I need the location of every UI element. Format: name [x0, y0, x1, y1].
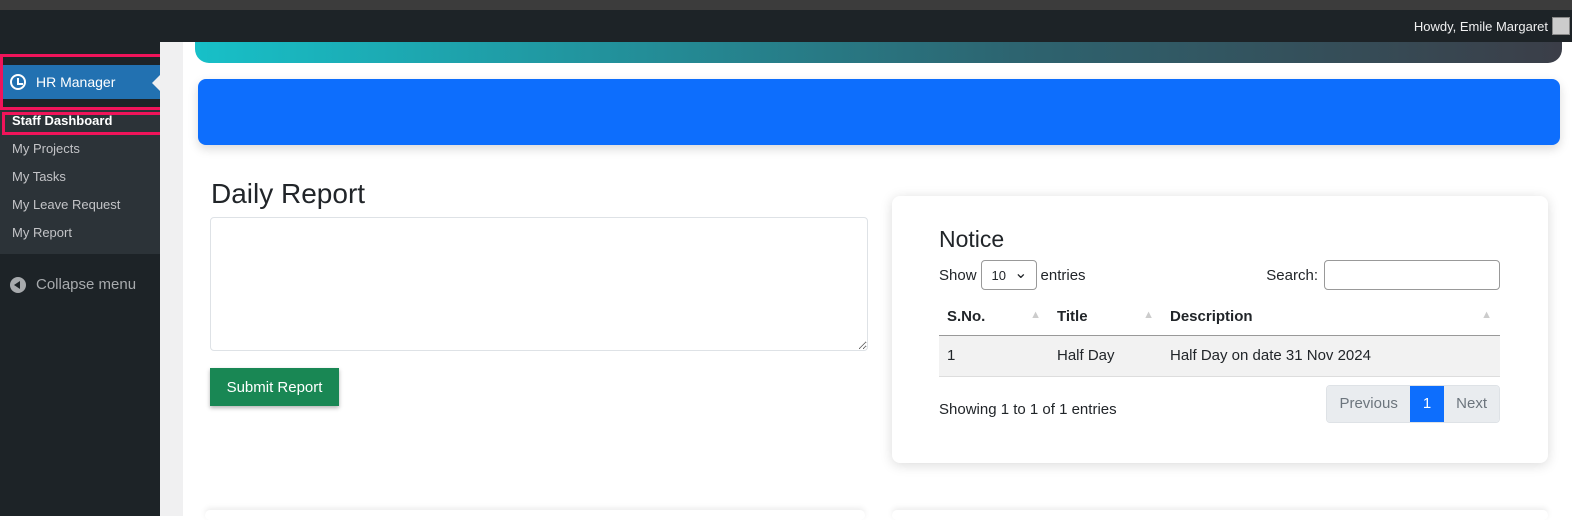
column-header-description[interactable]: Description ▲	[1162, 299, 1500, 336]
show-label: Show	[939, 266, 977, 284]
table-row: 1 Half Day Half Day on date 31 Nov 2024	[939, 335, 1500, 377]
column-header-title[interactable]: Title ▲	[1049, 299, 1162, 336]
pagination: Previous 1 Next	[1326, 385, 1500, 423]
highlight-box	[2, 112, 167, 135]
entries-label: entries	[1040, 266, 1086, 284]
user-greeting[interactable]: Howdy, Emile Margaret	[1414, 19, 1548, 34]
collapse-menu-button[interactable]: Collapse menu	[10, 276, 136, 293]
card-edge	[892, 510, 1548, 520]
daily-report-title: Daily Report	[211, 178, 366, 209]
entries-control: Show 10 entries	[939, 260, 1086, 290]
page-1-button[interactable]: 1	[1409, 386, 1445, 422]
table-info: Showing 1 to 1 of 1 entries	[939, 401, 1117, 418]
blue-banner	[198, 79, 1560, 145]
notice-title: Notice	[939, 226, 1005, 252]
content-gutter	[160, 42, 183, 516]
card-edge	[205, 510, 865, 520]
submit-report-button[interactable]: Submit Report	[210, 368, 339, 406]
sidebar-item-my-report[interactable]: My Report	[0, 225, 160, 253]
notice-table: S.No. ▲ Title ▲ Description ▲ 1 Half Day Ha…	[939, 299, 1500, 377]
cell-description: Half Day on date 31 Nov 2024	[1162, 335, 1500, 377]
search-label: Search:	[1266, 266, 1318, 284]
sidebar-item-my-projects[interactable]: My Projects	[0, 141, 160, 169]
daily-report-input[interactable]	[210, 217, 868, 351]
sort-icon: ▲	[1143, 309, 1154, 321]
sidebar-item-my-leave-request[interactable]: My Leave Request	[0, 197, 160, 225]
gradient-banner	[195, 42, 1562, 63]
admin-bar: Howdy, Emile Margaret	[0, 10, 1572, 42]
cell-sno: 1	[939, 335, 1049, 377]
notice-card: Notice Show 10 entries Search: S.No.▲ Ti…	[892, 196, 1548, 463]
column-header-sno[interactable]: S.No. ▲	[939, 299, 1049, 336]
collapse-icon	[10, 276, 26, 293]
browser-strip	[0, 0, 1572, 10]
next-button[interactable]: Next	[1444, 386, 1499, 422]
cell-title: Half Day	[1049, 335, 1162, 377]
sort-icon: ▲	[1481, 309, 1492, 321]
sidebar-item-my-tasks[interactable]: My Tasks	[0, 169, 160, 197]
highlight-box	[0, 54, 172, 110]
previous-button[interactable]: Previous	[1327, 386, 1410, 422]
sort-icon: ▲	[1030, 309, 1041, 321]
entries-select[interactable]: 10	[980, 260, 1037, 290]
search-control: Search:	[1266, 260, 1500, 290]
collapse-label: Collapse menu	[36, 276, 137, 293]
avatar[interactable]	[1552, 17, 1570, 35]
search-input[interactable]	[1324, 260, 1500, 290]
